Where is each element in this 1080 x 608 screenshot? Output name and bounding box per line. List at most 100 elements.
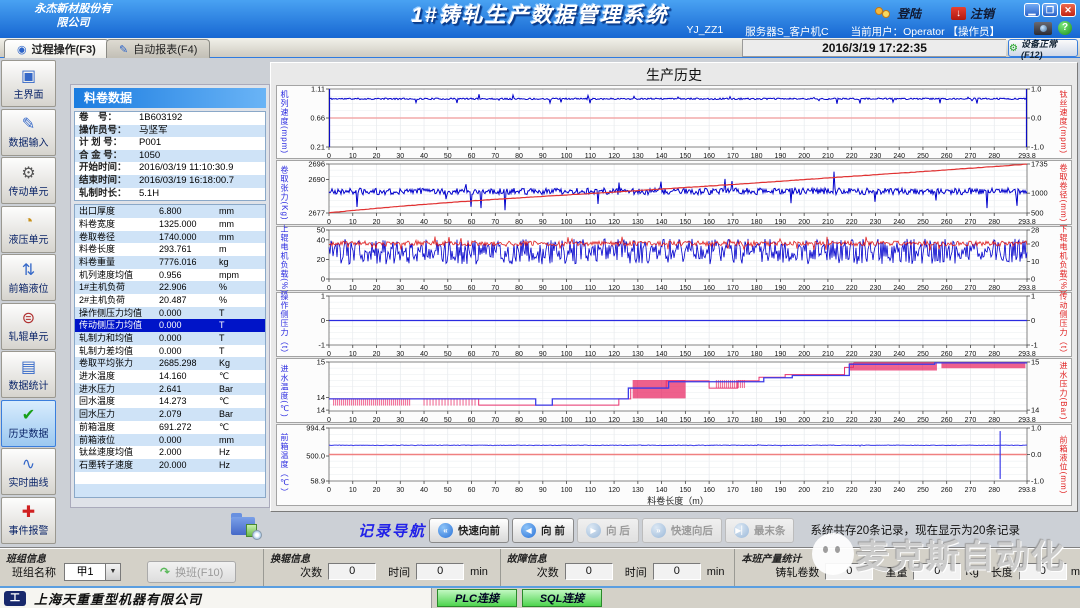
measurement-row[interactable]: 传动侧压力均值0.000T: [75, 319, 265, 332]
coil-count-input[interactable]: 0: [825, 563, 873, 580]
history-check-icon: ✔: [22, 406, 35, 425]
shift-name-combo[interactable]: 甲1 ▼: [64, 563, 121, 581]
roll-change-count-input[interactable]: 0: [328, 563, 376, 580]
fault-time-input[interactable]: 0: [653, 563, 701, 580]
measurement-row[interactable]: 进水温度14.160℃: [75, 370, 265, 383]
svg-text:190: 190: [775, 417, 787, 424]
sidebar-item-数据输入[interactable]: ✎数据输入: [1, 109, 56, 156]
svg-text:料卷长度（m）: 料卷长度（m）: [647, 495, 709, 506]
fault-count-input[interactable]: 0: [565, 563, 613, 580]
svg-text:280: 280: [988, 417, 1000, 424]
tab-process-operation[interactable]: ◉ 过程操作(F3): [4, 39, 109, 58]
measurement-row[interactable]: 2#主机负荷20.487%: [75, 294, 265, 307]
measurement-row[interactable]: 料卷重量7776.016kg: [75, 256, 265, 269]
sidebar-item-数据统计[interactable]: ▤数据统计: [1, 351, 56, 398]
sidebar-item-历史数据[interactable]: ✔历史数据: [1, 400, 56, 447]
svg-text:2696: 2696: [308, 161, 325, 169]
measurement-row[interactable]: 卷取卷径1740.000mm: [75, 231, 265, 244]
sidebar-item-液压单元[interactable]: ◔液压单元: [1, 206, 56, 253]
left-axis-label: 机列速度(mpm): [279, 90, 290, 154]
change-shift-arrow-icon: ↷: [160, 565, 170, 579]
svg-text:160: 160: [703, 487, 715, 494]
sql-connection-button[interactable]: SQL连接: [522, 589, 602, 607]
plc-connection-button[interactable]: PLC连接: [437, 589, 517, 607]
svg-text:1735: 1735: [1031, 161, 1048, 169]
hydraulic-gauge-icon: ◔: [24, 212, 34, 231]
measurement-row[interactable]: [75, 472, 265, 485]
fast-forward-icon: »: [651, 523, 666, 538]
measurement-row[interactable]: 石墨转子速度20.000Hz: [75, 459, 265, 472]
svg-text:90: 90: [539, 351, 547, 358]
logout-button[interactable]: ↓ 注销: [951, 5, 994, 22]
measurement-row[interactable]: 出口厚度6.800mm: [75, 205, 265, 218]
measurement-row[interactable]: 料卷长度293.761m: [75, 243, 265, 256]
record-nav-backward[interactable]: ◀向 前: [512, 518, 574, 543]
minimize-button[interactable]: ▁: [1024, 3, 1040, 17]
svg-text:20: 20: [373, 219, 381, 226]
measurement-row[interactable]: 钛丝速度均值2.000Hz: [75, 446, 265, 459]
svg-text:140: 140: [656, 285, 668, 292]
svg-text:50: 50: [444, 153, 452, 160]
length-input[interactable]: 0: [1019, 563, 1067, 580]
svg-text:170: 170: [727, 487, 739, 494]
svg-text:120: 120: [608, 219, 620, 226]
measurement-row[interactable]: 料卷宽度1325.000mm: [75, 218, 265, 231]
measurement-row[interactable]: [75, 484, 265, 497]
left-axis-label: 上辊电机负载(%): [279, 224, 290, 293]
svg-text:0.21: 0.21: [310, 143, 325, 152]
svg-text:110: 110: [585, 417, 596, 424]
record-nav-fast-backward[interactable]: «快速向前: [429, 518, 509, 543]
svg-text:230: 230: [870, 487, 882, 494]
screenshot-camera-icon[interactable]: [1034, 22, 1052, 35]
svg-text:280: 280: [988, 487, 1000, 494]
roll-change-time-input[interactable]: 0: [416, 563, 464, 580]
svg-text:58.9: 58.9: [310, 477, 325, 486]
sidebar-item-前箱液位[interactable]: ⇅前箱液位: [1, 254, 56, 301]
measurement-row[interactable]: 轧制力差均值0.000T: [75, 345, 265, 358]
datetime-display: 2016/3/19 17:22:35: [742, 39, 1006, 57]
server-label: 服务器S_客户机C: [745, 24, 828, 39]
svg-text:200: 200: [798, 351, 810, 358]
measurement-row[interactable]: 回水压力2.079Bar: [75, 408, 265, 421]
measurement-row[interactable]: 轧制力和均值0.000T: [75, 332, 265, 345]
measurement-row[interactable]: 1#主机负荷22.906%: [75, 281, 265, 294]
measurement-row[interactable]: 回水温度14.273℃: [75, 395, 265, 408]
svg-text:280: 280: [988, 285, 1000, 292]
change-shift-button[interactable]: ↷ 换班(F10): [147, 561, 236, 583]
sidebar-item-轧辊单元[interactable]: ⊜轧辊单元: [1, 303, 56, 350]
svg-text:15: 15: [1031, 359, 1039, 367]
sidebar-item-主界面[interactable]: ▣主界面: [1, 60, 56, 107]
realtime-curve-icon: ∿: [22, 455, 35, 474]
svg-text:60: 60: [468, 351, 476, 358]
sidebar-item-实时曲线[interactable]: ∿实时曲线: [1, 448, 56, 495]
svg-text:270: 270: [965, 417, 977, 424]
svg-text:180: 180: [751, 285, 763, 292]
level-icon: ⇅: [22, 261, 35, 280]
svg-text:220: 220: [846, 351, 858, 358]
measurement-row[interactable]: 机列速度均值0.956mpm: [75, 269, 265, 282]
login-button[interactable]: 登陆: [875, 5, 921, 22]
svg-text:220: 220: [846, 219, 858, 226]
device-status-button[interactable]: ⚙ 设备正常(F12): [1008, 39, 1078, 57]
measurement-row[interactable]: 前箱液位0.000mm: [75, 434, 265, 447]
svg-text:-1.0: -1.0: [1031, 143, 1044, 152]
svg-text:240: 240: [893, 285, 905, 292]
measurement-row[interactable]: 进水压力2.641Bar: [75, 383, 265, 396]
sidebar-item-事件报警[interactable]: ✚事件报警: [1, 497, 56, 544]
svg-text:170: 170: [727, 219, 739, 226]
restore-button[interactable]: ❐: [1042, 3, 1058, 17]
svg-text:90: 90: [539, 285, 547, 292]
svg-text:120: 120: [608, 285, 620, 292]
svg-text:210: 210: [822, 153, 834, 160]
tab-auto-report[interactable]: ✎ 自动报表(F4): [106, 39, 210, 58]
svg-text:120: 120: [608, 153, 620, 160]
measurement-row[interactable]: 操作侧压力均值0.000T: [75, 307, 265, 320]
combo-dropdown-icon[interactable]: ▼: [106, 563, 121, 581]
sidebar-item-传动单元[interactable]: ⚙传动单元: [1, 157, 56, 204]
weight-input[interactable]: 0: [913, 563, 961, 580]
close-button[interactable]: ✕: [1060, 3, 1076, 17]
current-user-label: 当前用户：Operator 【操作员】: [851, 24, 1000, 39]
help-icon[interactable]: ?: [1058, 21, 1072, 35]
measurement-row[interactable]: 卷取平均张力2685.298Kg: [75, 357, 265, 370]
measurement-row[interactable]: 前箱温度691.272℃: [75, 421, 265, 434]
